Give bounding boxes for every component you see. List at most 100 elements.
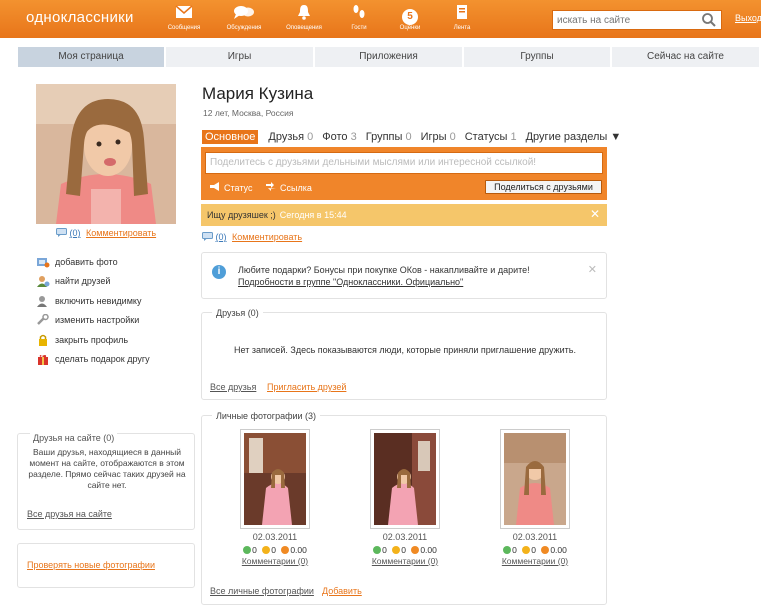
action-gift[interactable]: сделать подарок другу: [36, 350, 150, 370]
section-other[interactable]: Другие разделы ▼: [526, 131, 622, 143]
nav-messages-label: Сообщения: [167, 25, 201, 31]
promo-box: i Любите подарки? Бонусы при покупке ОКо…: [201, 252, 607, 299]
search-input[interactable]: [553, 11, 701, 29]
photo-thumbnail[interactable]: [240, 429, 310, 529]
action-add-photo[interactable]: добавить фото: [36, 252, 150, 272]
photo-date: 02.03.2011: [382, 532, 428, 542]
action-find-friends[interactable]: найти друзей: [36, 272, 150, 292]
photo-card: 02.03.2011 0 0 0.00 Комментарии (0): [360, 429, 450, 566]
invisible-icon: [36, 295, 50, 307]
nav-guests[interactable]: Гости: [337, 4, 381, 36]
share-link-option[interactable]: Ссылка: [265, 182, 312, 193]
action-invisible[interactable]: включить невидимку: [36, 291, 150, 311]
info-icon: i: [212, 265, 226, 279]
logout-link[interactable]: Выход: [735, 13, 761, 23]
friends-online-title: Друзья на сайте (0): [30, 433, 118, 443]
action-settings-label: изменить настройки: [55, 315, 140, 326]
friends-section-title: Друзья (0): [212, 308, 263, 318]
section-friends[interactable]: Друзья 0: [268, 131, 313, 143]
gift-icon: [36, 353, 50, 366]
status-text: Ищу друзяшек ;) Сегодня в 15:44: [207, 210, 347, 220]
action-add-photo-label: добавить фото: [55, 256, 118, 267]
share-button[interactable]: Поделиться с друзьями: [485, 180, 602, 194]
feed-icon: [440, 4, 484, 24]
all-friends-online-link[interactable]: Все друзья на сайте: [27, 509, 112, 519]
wrench-icon: [36, 314, 50, 326]
site-logo[interactable]: одноклассники: [26, 9, 134, 26]
search-box: [552, 10, 722, 30]
nav-guests-label: Гости: [351, 25, 367, 31]
status-time: Сегодня в 15:44: [279, 210, 347, 220]
check-new-photos-link[interactable]: Проверять новые фотографии: [27, 560, 155, 570]
nav-feed[interactable]: Лента: [440, 4, 484, 36]
photo-comments-link[interactable]: Комментарии (0): [230, 556, 320, 566]
promo-link[interactable]: Подробности в группе "Одноклассники. Офи…: [238, 277, 463, 287]
section-photos[interactable]: Фото 3: [322, 131, 356, 143]
nav-ratings-label: Оценки: [399, 25, 421, 31]
tab-groups[interactable]: Группы: [464, 47, 612, 67]
yellow-mark-icon: [262, 546, 271, 554]
nav-discussions[interactable]: Обсуждения: [222, 4, 266, 36]
nav-notifications[interactable]: Оповещения: [282, 4, 326, 36]
close-status-icon[interactable]: ✕: [590, 207, 600, 221]
share-status-option[interactable]: Статус: [209, 182, 252, 193]
green-mark-icon: [503, 546, 512, 554]
orange-mark-icon: [281, 546, 290, 554]
photo-marks: 0 0 0.00: [360, 545, 450, 555]
all-friends-link[interactable]: Все друзья: [210, 382, 256, 392]
photo-marks: 0 0 0.00: [230, 545, 320, 555]
section-main[interactable]: Основное: [202, 130, 259, 144]
profile-photo[interactable]: [36, 84, 176, 224]
friends-empty-text: Нет записей. Здесь показываются люди, ко…: [234, 345, 576, 355]
photo-thumbnail[interactable]: [370, 429, 440, 529]
photo-comment-link[interactable]: Комментировать: [86, 228, 156, 238]
all-photos-link[interactable]: Все личные фотографии: [210, 586, 314, 596]
section-games[interactable]: Игры 0: [421, 131, 456, 143]
section-groups[interactable]: Группы 0: [366, 131, 412, 143]
nav-ratings[interactable]: 5 Оценки: [388, 4, 432, 36]
tab-my-page[interactable]: Моя страница: [18, 47, 166, 67]
profile-info: 12 лет, Москва, Россия: [203, 108, 294, 118]
check-new-photos-box: Проверять новые фотографии: [17, 543, 195, 588]
tab-online-now[interactable]: Сейчас на сайте: [612, 47, 761, 67]
share-panel: Поделитесь с друзьями дельными мыслями и…: [201, 147, 607, 200]
invite-friends-link[interactable]: Пригласить друзей: [267, 382, 346, 392]
promo-text: Любите подарки? Бонусы при покупке ОКов …: [238, 265, 530, 275]
photo-date: 02.03.2011: [252, 532, 298, 542]
action-close-profile[interactable]: закрыть профиль: [36, 330, 150, 350]
nav-discussions-label: Обсуждения: [226, 25, 262, 31]
action-settings[interactable]: изменить настройки: [36, 311, 150, 331]
yellow-mark-icon: [392, 546, 401, 554]
friends-online-box: Друзья на сайте (0) Ваши друзья, находящ…: [17, 433, 195, 530]
orange-mark-icon: [411, 546, 420, 554]
link-arrows-icon: [265, 182, 277, 193]
chat-bubbles-icon: [222, 4, 266, 24]
photo-comments-link[interactable]: Комментарии (0): [360, 556, 450, 566]
friends-section: Друзья (0) Нет записей. Здесь показывают…: [201, 308, 607, 400]
green-mark-icon: [243, 546, 252, 554]
photo-thumbnail[interactable]: [500, 429, 570, 529]
photo-marks: 0 0 0.00: [490, 545, 580, 555]
photo-comments-link[interactable]: Комментарии (0): [490, 556, 580, 566]
profile-name: Мария Кузина: [202, 84, 314, 103]
photo-comment-count[interactable]: (0): [70, 228, 81, 238]
nav-messages[interactable]: Сообщения: [162, 4, 206, 36]
profile-sections: Основное Друзья 0 Фото 3 Группы 0 Игры 0…: [202, 129, 630, 145]
search-icon[interactable]: [701, 12, 717, 28]
nav-notifications-label: Оповещения: [286, 25, 322, 31]
status-comment-link[interactable]: Комментировать: [232, 232, 302, 242]
photo-date: 02.03.2011: [512, 532, 558, 542]
section-statuses[interactable]: Статусы 1: [465, 131, 517, 143]
comment-bubble-icon: [202, 232, 213, 241]
share-input[interactable]: Поделитесь с друзьями дельными мыслями и…: [205, 152, 603, 174]
action-close-profile-label: закрыть профиль: [55, 334, 129, 345]
add-photo-link[interactable]: Добавить: [322, 586, 362, 596]
tab-games[interactable]: Игры: [166, 47, 315, 67]
nav-feed-label: Лента: [453, 25, 471, 31]
tab-apps[interactable]: Приложения: [315, 47, 464, 67]
footprints-icon: [337, 4, 381, 24]
close-promo-icon[interactable]: ✕: [588, 263, 597, 276]
status-comment-count[interactable]: (0): [216, 232, 227, 242]
profile-actions: добавить фото найти друзей включить неви…: [36, 252, 150, 369]
photos-section: Личные фотографии (3) 02.03.2011 0 0 0.0…: [201, 411, 607, 605]
